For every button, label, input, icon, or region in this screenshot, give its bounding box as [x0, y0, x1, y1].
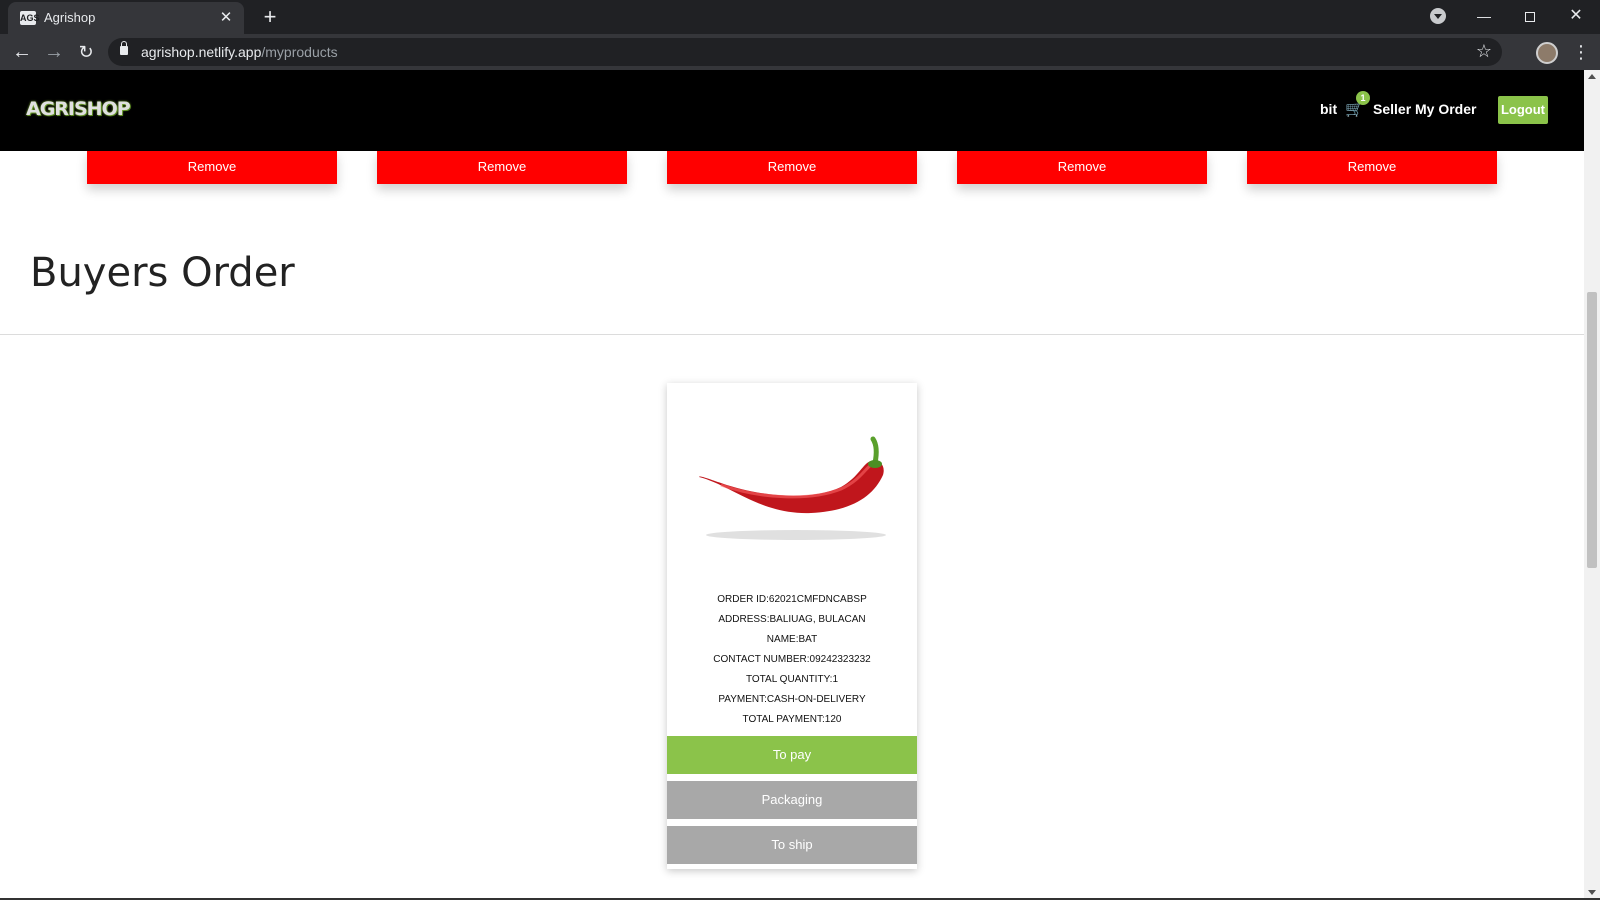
- scrollbar-thumb[interactable]: [1587, 292, 1597, 568]
- remove-button[interactable]: Remove: [667, 150, 917, 184]
- scroll-up-arrow-icon[interactable]: [1588, 74, 1596, 79]
- remove-button[interactable]: Remove: [957, 150, 1207, 184]
- address-bar[interactable]: agrishop.netlify.app/myproducts ☆: [108, 38, 1502, 66]
- nav-seller-link[interactable]: Seller: [1373, 101, 1411, 117]
- back-arrow-icon[interactable]: ←: [8, 38, 36, 66]
- maximize-button[interactable]: [1515, 4, 1545, 28]
- order-name: NAME:BAT: [766, 634, 818, 645]
- order-contact: CONTACT NUMBER:09242323232: [713, 654, 871, 665]
- page-scrollbar[interactable]: [1584, 70, 1600, 900]
- close-window-button[interactable]: ✕: [1561, 4, 1591, 28]
- order-address: ADDRESS:BALIUAG, BULACAN: [718, 614, 866, 625]
- site-header: AGRISHOP bit 🛒 1 Seller My Order Logout: [0, 70, 1584, 151]
- order-payment: PAYMENT:CASH-ON-DELIVERY: [718, 694, 866, 705]
- tab-search-icon[interactable]: [1430, 8, 1446, 24]
- remove-button[interactable]: Remove: [87, 150, 337, 184]
- close-tab-icon[interactable]: ✕: [216, 8, 236, 28]
- order-card: ORDER ID:62021CMFDNCABSP ADDRESS:BALIUAG…: [667, 383, 917, 869]
- browser-menu-icon[interactable]: ⋮: [1572, 38, 1590, 66]
- nav-my-order-link[interactable]: My Order: [1415, 101, 1476, 117]
- agrishop-logo[interactable]: AGRISHOP: [26, 98, 131, 120]
- section-title: Buyers Order: [30, 250, 295, 296]
- remove-button[interactable]: Remove: [377, 150, 627, 184]
- tab-title: Agrishop: [44, 10, 96, 25]
- url-text[interactable]: agrishop.netlify.app/myproducts: [141, 44, 338, 60]
- remove-button[interactable]: Remove: [1247, 150, 1497, 184]
- reload-icon[interactable]: ↻: [72, 38, 100, 66]
- cart-count-badge: 1: [1356, 91, 1370, 105]
- section-divider: [0, 334, 1584, 335]
- forward-arrow-icon[interactable]: →: [40, 38, 68, 66]
- logout-button[interactable]: Logout: [1498, 96, 1548, 124]
- page-viewport: AGRISHOP bit 🛒 1 Seller My Order Logout …: [0, 70, 1600, 900]
- nav-username[interactable]: bit: [1320, 101, 1337, 117]
- scroll-down-arrow-icon[interactable]: [1588, 890, 1596, 895]
- chili-pepper-image: [699, 436, 886, 540]
- url-domain: agrishop.netlify.app: [141, 44, 262, 60]
- order-total-payment: TOTAL PAYMENT:120: [742, 714, 842, 725]
- favicon-icon: AGS: [20, 11, 40, 25]
- order-details: ORDER ID:62021CMFDNCABSP ADDRESS:BALIUAG…: [667, 590, 917, 730]
- browser-toolbar: ← → ↻ agrishop.netlify.app/myproducts ☆ …: [0, 34, 1600, 70]
- order-quantity: TOTAL QUANTITY:1: [745, 674, 839, 685]
- new-tab-button[interactable]: +: [256, 4, 284, 30]
- url-path: /myproducts: [261, 44, 338, 60]
- lock-icon: [120, 41, 128, 55]
- bookmark-star-icon[interactable]: ☆: [1476, 41, 1492, 62]
- browser-tab-bar: AGS Agrishop ✕ + — ✕: [0, 0, 1600, 34]
- minimize-button[interactable]: —: [1469, 4, 1499, 28]
- order-id: ORDER ID:62021CMFDNCABSP: [717, 594, 867, 605]
- restore-icon: [1525, 12, 1535, 22]
- browser-tab[interactable]: AGS Agrishop ✕: [8, 2, 244, 34]
- packaging-button[interactable]: Packaging: [667, 781, 917, 819]
- to-ship-button[interactable]: To ship: [667, 826, 917, 864]
- profile-avatar-icon[interactable]: [1536, 42, 1558, 64]
- to-pay-button[interactable]: To pay: [667, 736, 917, 774]
